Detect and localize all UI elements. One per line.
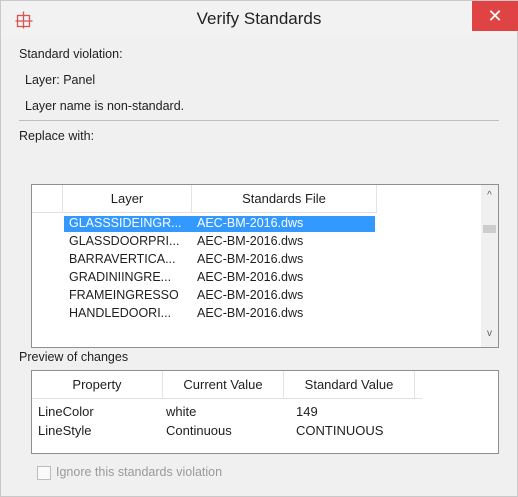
property-cell: LineColor <box>38 404 94 419</box>
standards-file: AEC-BM-2016.dws <box>197 306 304 320</box>
list-scrollbar[interactable]: ^ v <box>481 185 498 347</box>
current-value-cell: Continuous <box>166 423 232 438</box>
list-item[interactable]: HANDLEDOORI... AEC-BM-2016.dws <box>64 306 375 322</box>
standard-value-cell: 149 <box>296 404 318 419</box>
verify-standards-dialog: Verify Standards ✕ Standard violation: L… <box>0 0 518 497</box>
replace-with-heading: Replace with: <box>19 129 95 143</box>
standards-file: AEC-BM-2016.dws <box>197 252 304 266</box>
replacement-layer-list[interactable]: Layer Standards File GLASSSIDEINGR... AE… <box>31 184 499 348</box>
column-header-current-value[interactable]: Current Value <box>163 371 284 398</box>
standards-file: AEC-BM-2016.dws <box>197 216 304 230</box>
table-row: LineColor white 149 <box>38 404 478 420</box>
list-item[interactable]: GLASSDOORPRI... AEC-BM-2016.dws <box>64 234 375 250</box>
property-cell: LineStyle <box>38 423 92 438</box>
standard-violation-heading: Standard violation: <box>19 47 123 61</box>
layer-name: HANDLEDOORI... <box>69 306 172 320</box>
layer-name: BARRAVERTICA... <box>69 252 176 266</box>
column-header-layer[interactable]: Layer <box>63 185 192 212</box>
list-item[interactable]: GRADINIINGRE... AEC-BM-2016.dws <box>64 270 375 286</box>
list-header: Layer Standards File <box>32 185 377 213</box>
layer-name: GLASSDOORPRI... <box>69 234 180 248</box>
layer-name: GLASSSIDEINGR... <box>69 216 182 230</box>
list-item[interactable]: BARRAVERTICA... AEC-BM-2016.dws <box>64 252 375 268</box>
violation-layer-label: Layer: Panel <box>25 73 96 87</box>
standards-file: AEC-BM-2016.dws <box>197 234 304 248</box>
violation-message: Layer name is non-standard. <box>25 99 185 113</box>
close-button[interactable]: ✕ <box>472 1 518 31</box>
preview-of-changes-table: Property Current Value Standard Value Li… <box>31 370 499 454</box>
scroll-down-icon[interactable]: v <box>481 328 498 339</box>
current-value-cell: white <box>166 404 197 419</box>
ignore-violation-checkbox[interactable] <box>37 466 51 480</box>
scroll-up-icon[interactable]: ^ <box>481 190 498 201</box>
window-title: Verify Standards <box>196 9 322 28</box>
standard-value-cell: CONTINUOUS <box>296 423 384 438</box>
standards-file: AEC-BM-2016.dws <box>197 270 304 284</box>
layer-name: GRADINIINGRE... <box>69 270 172 284</box>
divider <box>19 120 499 121</box>
list-item[interactable]: FRAMEINGRESSO AEC-BM-2016.dws <box>64 288 375 304</box>
column-header-property[interactable]: Property <box>32 371 163 398</box>
layer-name: FRAMEINGRESSO <box>69 288 179 302</box>
title-bar[interactable]: Verify Standards ✕ <box>1 1 518 37</box>
table-row: LineStyle Continuous CONTINUOUS <box>38 423 478 439</box>
column-header-standard-value[interactable]: Standard Value <box>284 371 415 398</box>
header-spacer <box>32 185 63 212</box>
list-item[interactable]: GLASSSIDEINGR... AEC-BM-2016.dws <box>64 216 375 232</box>
scroll-thumb[interactable] <box>483 225 496 233</box>
column-header-standards-file[interactable]: Standards File <box>192 185 377 212</box>
ignore-violation-label[interactable]: Ignore this standards violation <box>56 465 222 479</box>
standards-file: AEC-BM-2016.dws <box>197 288 304 302</box>
preview-heading: Preview of changes <box>19 350 129 364</box>
preview-header: Property Current Value Standard Value <box>32 371 422 399</box>
